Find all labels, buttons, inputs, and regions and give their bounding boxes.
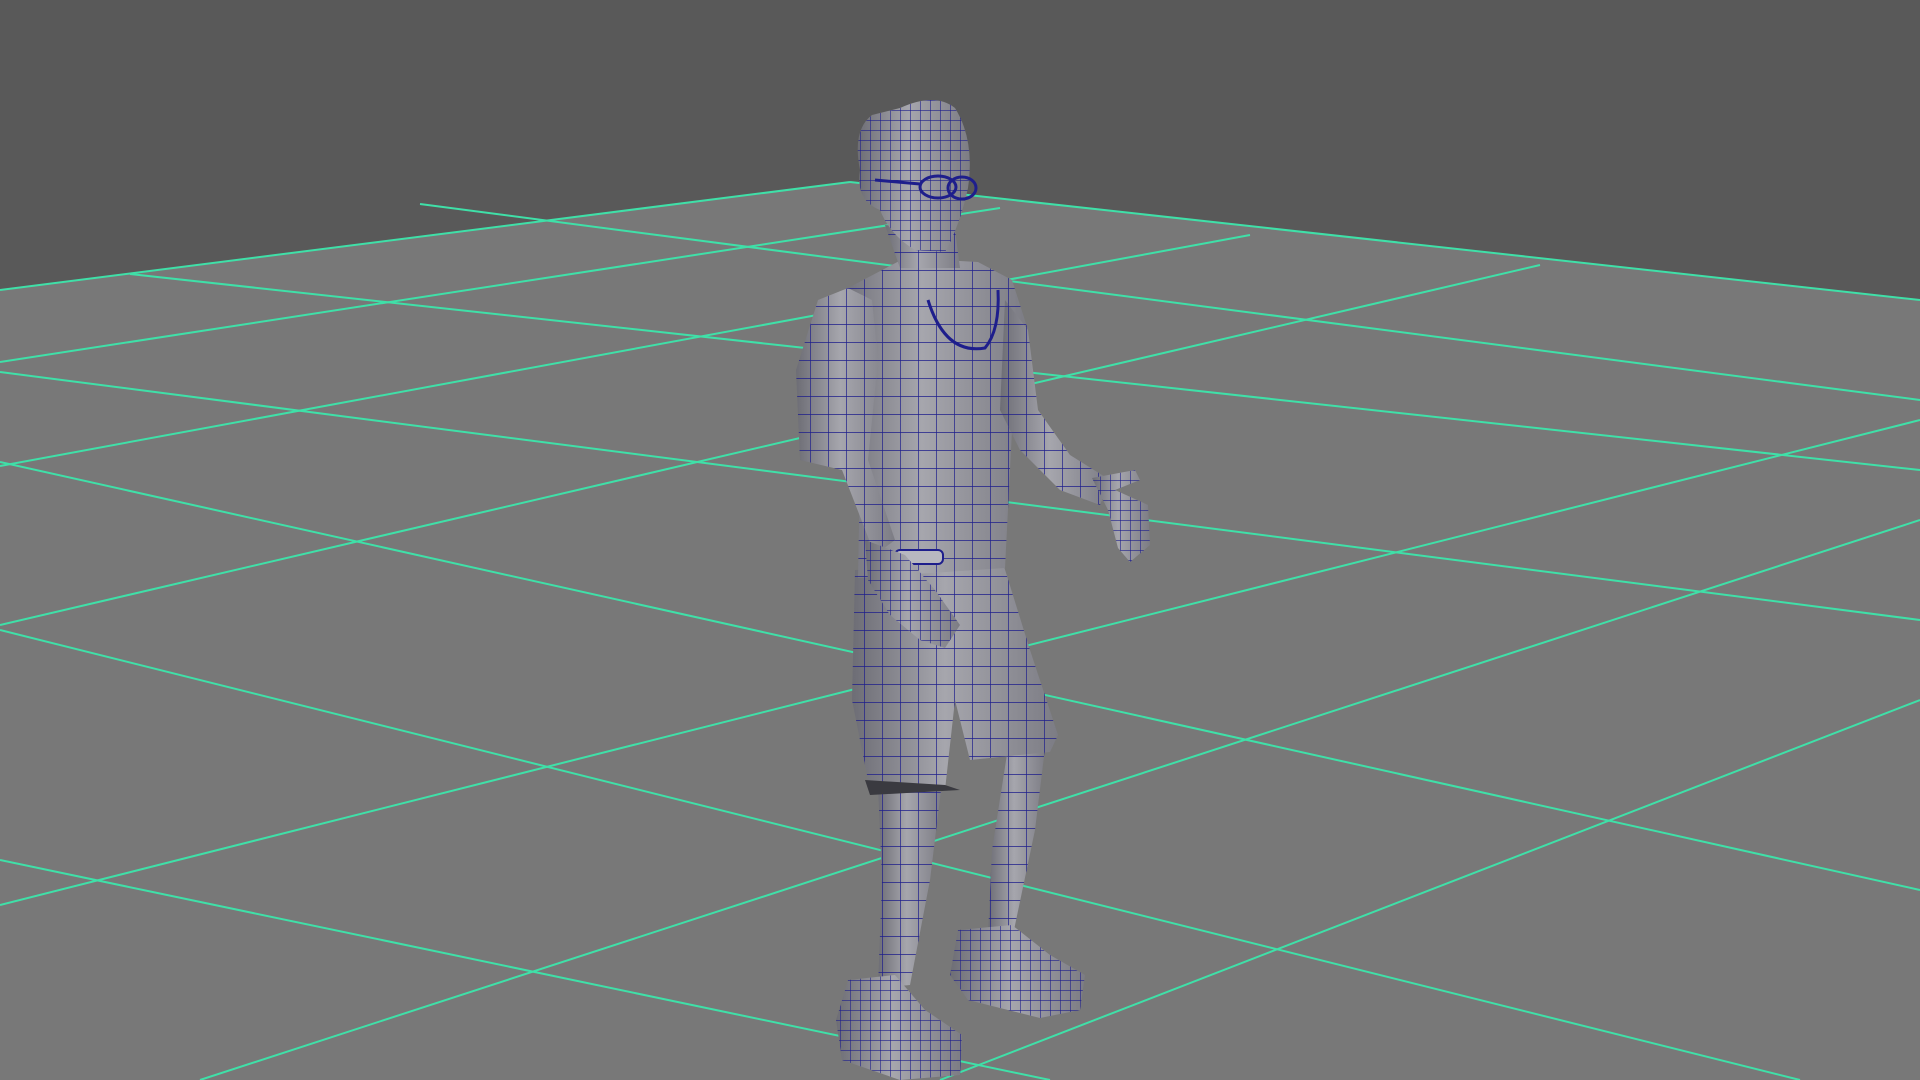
viewport-canvas[interactable]: [0, 0, 1920, 1080]
3d-viewport[interactable]: [0, 0, 1920, 1080]
